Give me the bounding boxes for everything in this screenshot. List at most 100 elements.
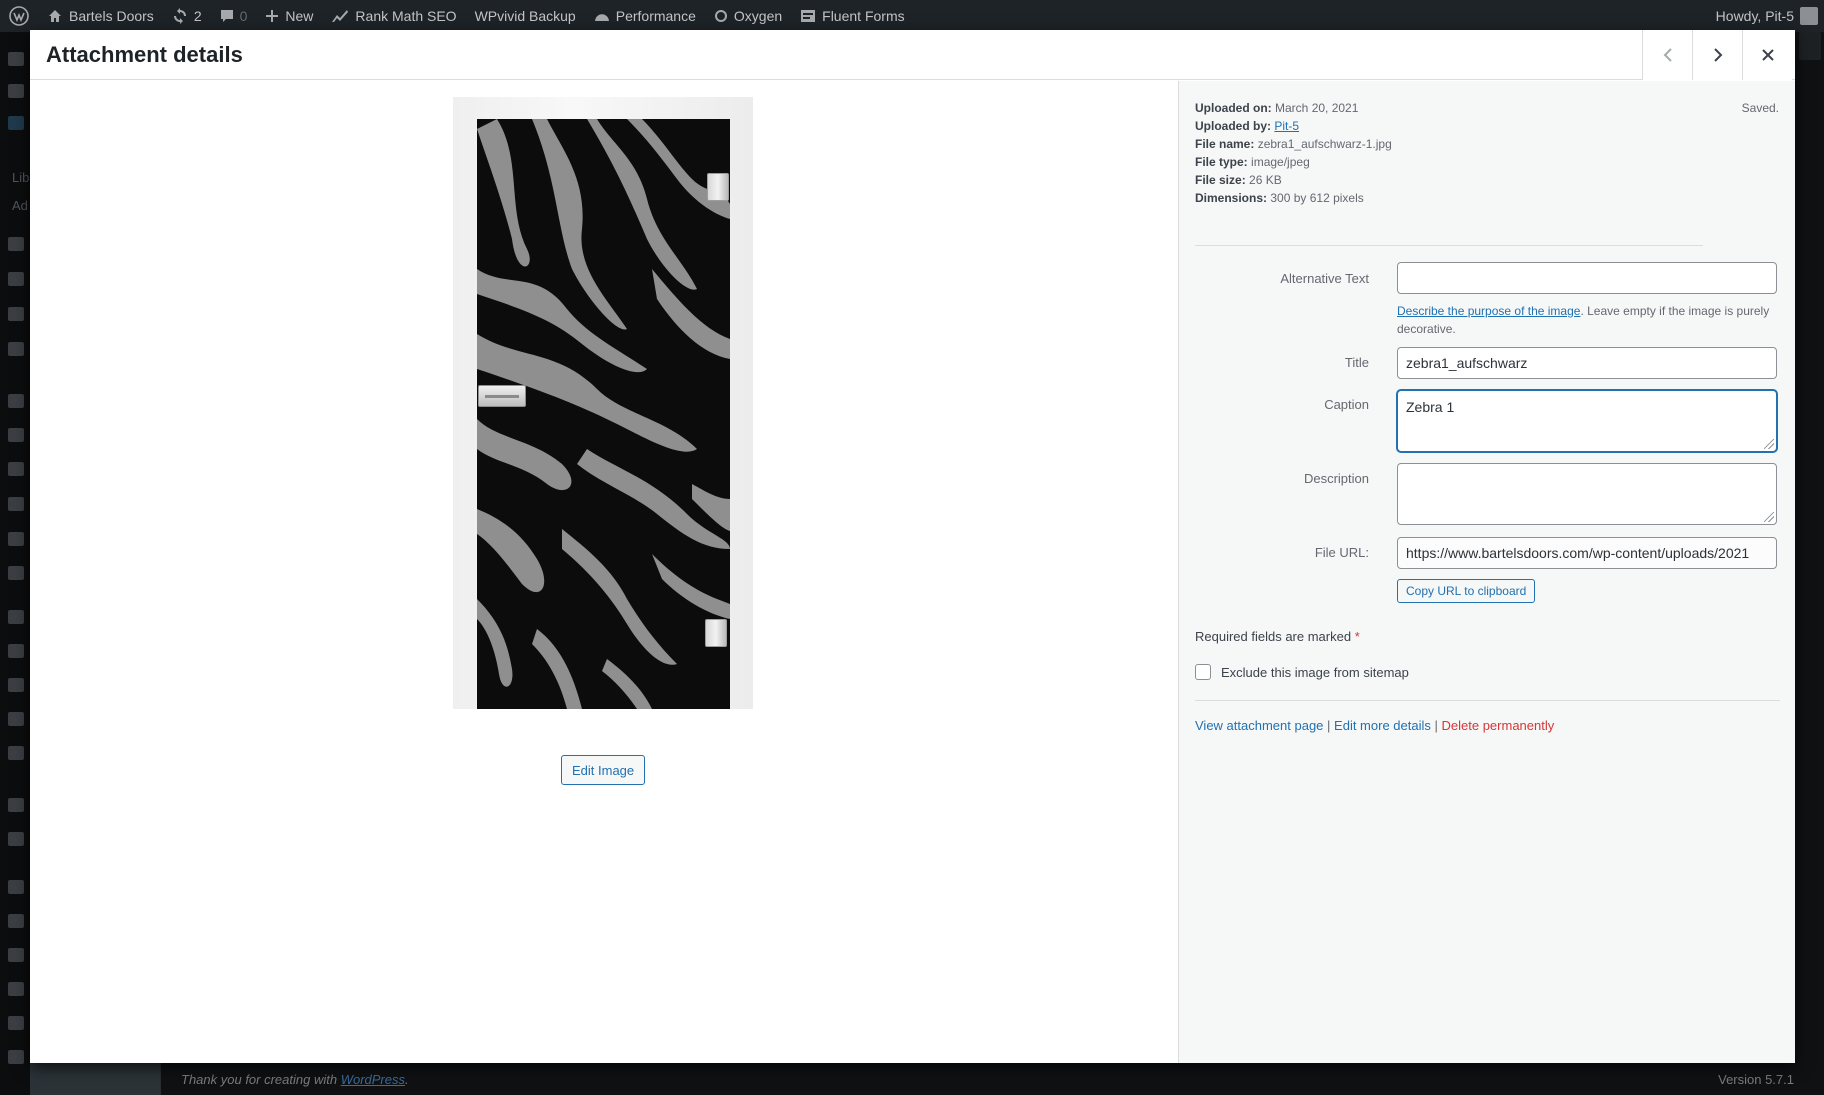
door-handle xyxy=(478,385,526,407)
footer-wordpress-link[interactable]: WordPress xyxy=(341,1072,405,1087)
caption-text: Zebra 1 xyxy=(1406,399,1455,415)
page-icon[interactable] xyxy=(8,237,24,251)
new-label: New xyxy=(285,8,314,24)
admin-bar: Bartels Doors 2 0 New Rank Math SEO WPvi… xyxy=(0,0,1824,32)
updates-icon xyxy=(173,8,186,24)
wordpress-logo-icon[interactable] xyxy=(0,0,38,32)
collapse-menu-icon[interactable] xyxy=(8,1050,24,1064)
delete-permanently-link[interactable]: Delete permanently xyxy=(1442,718,1555,733)
zebra-door-image xyxy=(477,119,730,709)
admin-bar-performance[interactable]: Performance xyxy=(585,0,705,32)
required-fields-note: Required fields are marked * xyxy=(1195,629,1360,644)
rank-math-icon xyxy=(332,10,349,22)
updates-count: 2 xyxy=(193,8,202,24)
uploaded-by-row: Uploaded by: Pit-5 xyxy=(1195,119,1300,133)
appearance-icon[interactable] xyxy=(8,610,24,624)
file-size-row: File size: 26 KB xyxy=(1195,173,1282,187)
plus-icon xyxy=(266,10,279,22)
sitemap-exclude-label[interactable]: Exclude this image from sitemap xyxy=(1221,665,1409,680)
admin-bar-site-name[interactable]: Bartels Doors xyxy=(38,0,163,32)
admin-menu: Lib Ad xyxy=(0,32,30,1095)
divider xyxy=(1195,245,1703,246)
edit-image-button[interactable]: Edit Image xyxy=(561,755,646,785)
chevron-right-icon xyxy=(1713,48,1722,62)
door-hinge-top xyxy=(707,173,729,201)
performance-label: Performance xyxy=(615,8,696,24)
description-textarea[interactable] xyxy=(1397,463,1777,525)
pin-icon[interactable] xyxy=(8,84,24,98)
file-url-input[interactable]: https://www.bartelsdoors.com/wp-content/… xyxy=(1397,537,1777,569)
seo-icon[interactable] xyxy=(8,798,24,812)
attachment-info: Saved. Uploaded on: March 20, 2021 Uploa… xyxy=(1178,81,1795,1063)
uploaded-by-link[interactable]: Pit-5 xyxy=(1274,119,1299,133)
copy-url-button[interactable]: Copy URL to clipboard xyxy=(1397,579,1536,603)
attachment-details-modal: Attachment details Edit Image Saved. Upl… xyxy=(30,30,1795,1063)
attachment-actions: View attachment page | Edit more details… xyxy=(1195,718,1554,733)
oxygen-label: Oxygen xyxy=(733,8,783,24)
template-icon[interactable] xyxy=(8,497,24,511)
dimensions-row: Dimensions: 300 by 612 pixels xyxy=(1195,191,1364,205)
layout-icon[interactable] xyxy=(8,342,24,356)
menu-add-new-label[interactable]: Ad xyxy=(12,198,28,213)
users-icon[interactable] xyxy=(8,678,24,692)
admin-bar-fluent-forms[interactable]: Fluent Forms xyxy=(791,0,913,32)
alt-text-input[interactable] xyxy=(1397,262,1777,294)
tools-icon[interactable] xyxy=(8,712,24,726)
sitemap-exclude-row: Exclude this image from sitemap xyxy=(1195,664,1409,680)
builder-icon[interactable] xyxy=(8,880,24,894)
backup-icon[interactable] xyxy=(8,982,24,996)
home-icon xyxy=(49,10,61,22)
caption-textarea[interactable]: Zebra 1 xyxy=(1397,390,1777,452)
performance-icon xyxy=(594,14,609,21)
avatar xyxy=(1800,7,1818,25)
attachment-image xyxy=(453,97,753,709)
grid-icon[interactable] xyxy=(8,832,24,846)
next-attachment-button[interactable] xyxy=(1692,30,1742,80)
oxygen-icon xyxy=(714,10,727,22)
admin-bar-comments[interactable]: 0 xyxy=(211,0,257,32)
settings-icon[interactable] xyxy=(8,746,24,760)
view-attachment-page-link[interactable]: View attachment page xyxy=(1195,718,1323,733)
footer-thanks: Thank you for creating with WordPress. xyxy=(181,1071,409,1087)
circle-icon[interactable] xyxy=(8,1016,24,1030)
admin-bar-new[interactable]: New xyxy=(256,0,322,32)
menu-library-label[interactable]: Lib xyxy=(12,170,29,185)
previous-attachment-button[interactable] xyxy=(1642,30,1692,80)
admin-bar-rank-math[interactable]: Rank Math SEO xyxy=(322,0,465,32)
description-label: Description xyxy=(1303,471,1369,486)
admin-bar-oxygen[interactable]: Oxygen xyxy=(705,0,791,32)
file-url-label: File URL: xyxy=(1314,545,1369,560)
background-box xyxy=(1799,32,1821,60)
cloud-icon[interactable] xyxy=(8,914,24,928)
media-icon[interactable] xyxy=(8,116,24,130)
admin-bar-account[interactable]: Howdy, Pit-5 xyxy=(1707,0,1824,32)
dashboard-icon[interactable] xyxy=(8,52,24,66)
wpvivid-label: WPvivid Backup xyxy=(474,8,576,24)
title-input[interactable]: zebra1_aufschwarz xyxy=(1397,347,1777,379)
separator: | xyxy=(1434,718,1438,733)
chart-icon[interactable] xyxy=(8,566,24,580)
admin-bar-updates[interactable]: 2 xyxy=(163,0,211,32)
resize-handle-icon[interactable] xyxy=(1764,439,1774,449)
template-icon[interactable] xyxy=(8,428,24,442)
required-star: * xyxy=(1354,629,1360,644)
alt-text-help-link[interactable]: Describe the purpose of the image xyxy=(1397,304,1580,318)
uploaded-on-row: Uploaded on: March 20, 2021 xyxy=(1195,101,1359,115)
template-icon[interactable] xyxy=(8,462,24,476)
rank-math-label: Rank Math SEO xyxy=(355,8,457,24)
close-modal-button[interactable] xyxy=(1742,30,1792,80)
admin-bar-wpvivid[interactable]: WPvivid Backup xyxy=(466,0,585,32)
comments-menu-icon[interactable] xyxy=(8,272,24,286)
template-icon[interactable] xyxy=(8,394,24,408)
circle-icon[interactable] xyxy=(8,948,24,962)
admin-footer: Thank you for creating with WordPress. V… xyxy=(160,1063,1824,1095)
sitemap-exclude-checkbox[interactable] xyxy=(1195,664,1211,680)
attachment-media-view: Edit Image xyxy=(30,81,1178,1063)
resize-handle-icon[interactable] xyxy=(1764,512,1774,522)
template-icon[interactable] xyxy=(8,532,24,546)
alt-text-help: Describe the purpose of the image. Leave… xyxy=(1397,304,1770,336)
forms-menu-icon[interactable] xyxy=(8,307,24,321)
plugins-icon[interactable] xyxy=(8,644,24,658)
zebra-pattern xyxy=(477,119,730,709)
edit-more-details-link[interactable]: Edit more details xyxy=(1334,718,1431,733)
